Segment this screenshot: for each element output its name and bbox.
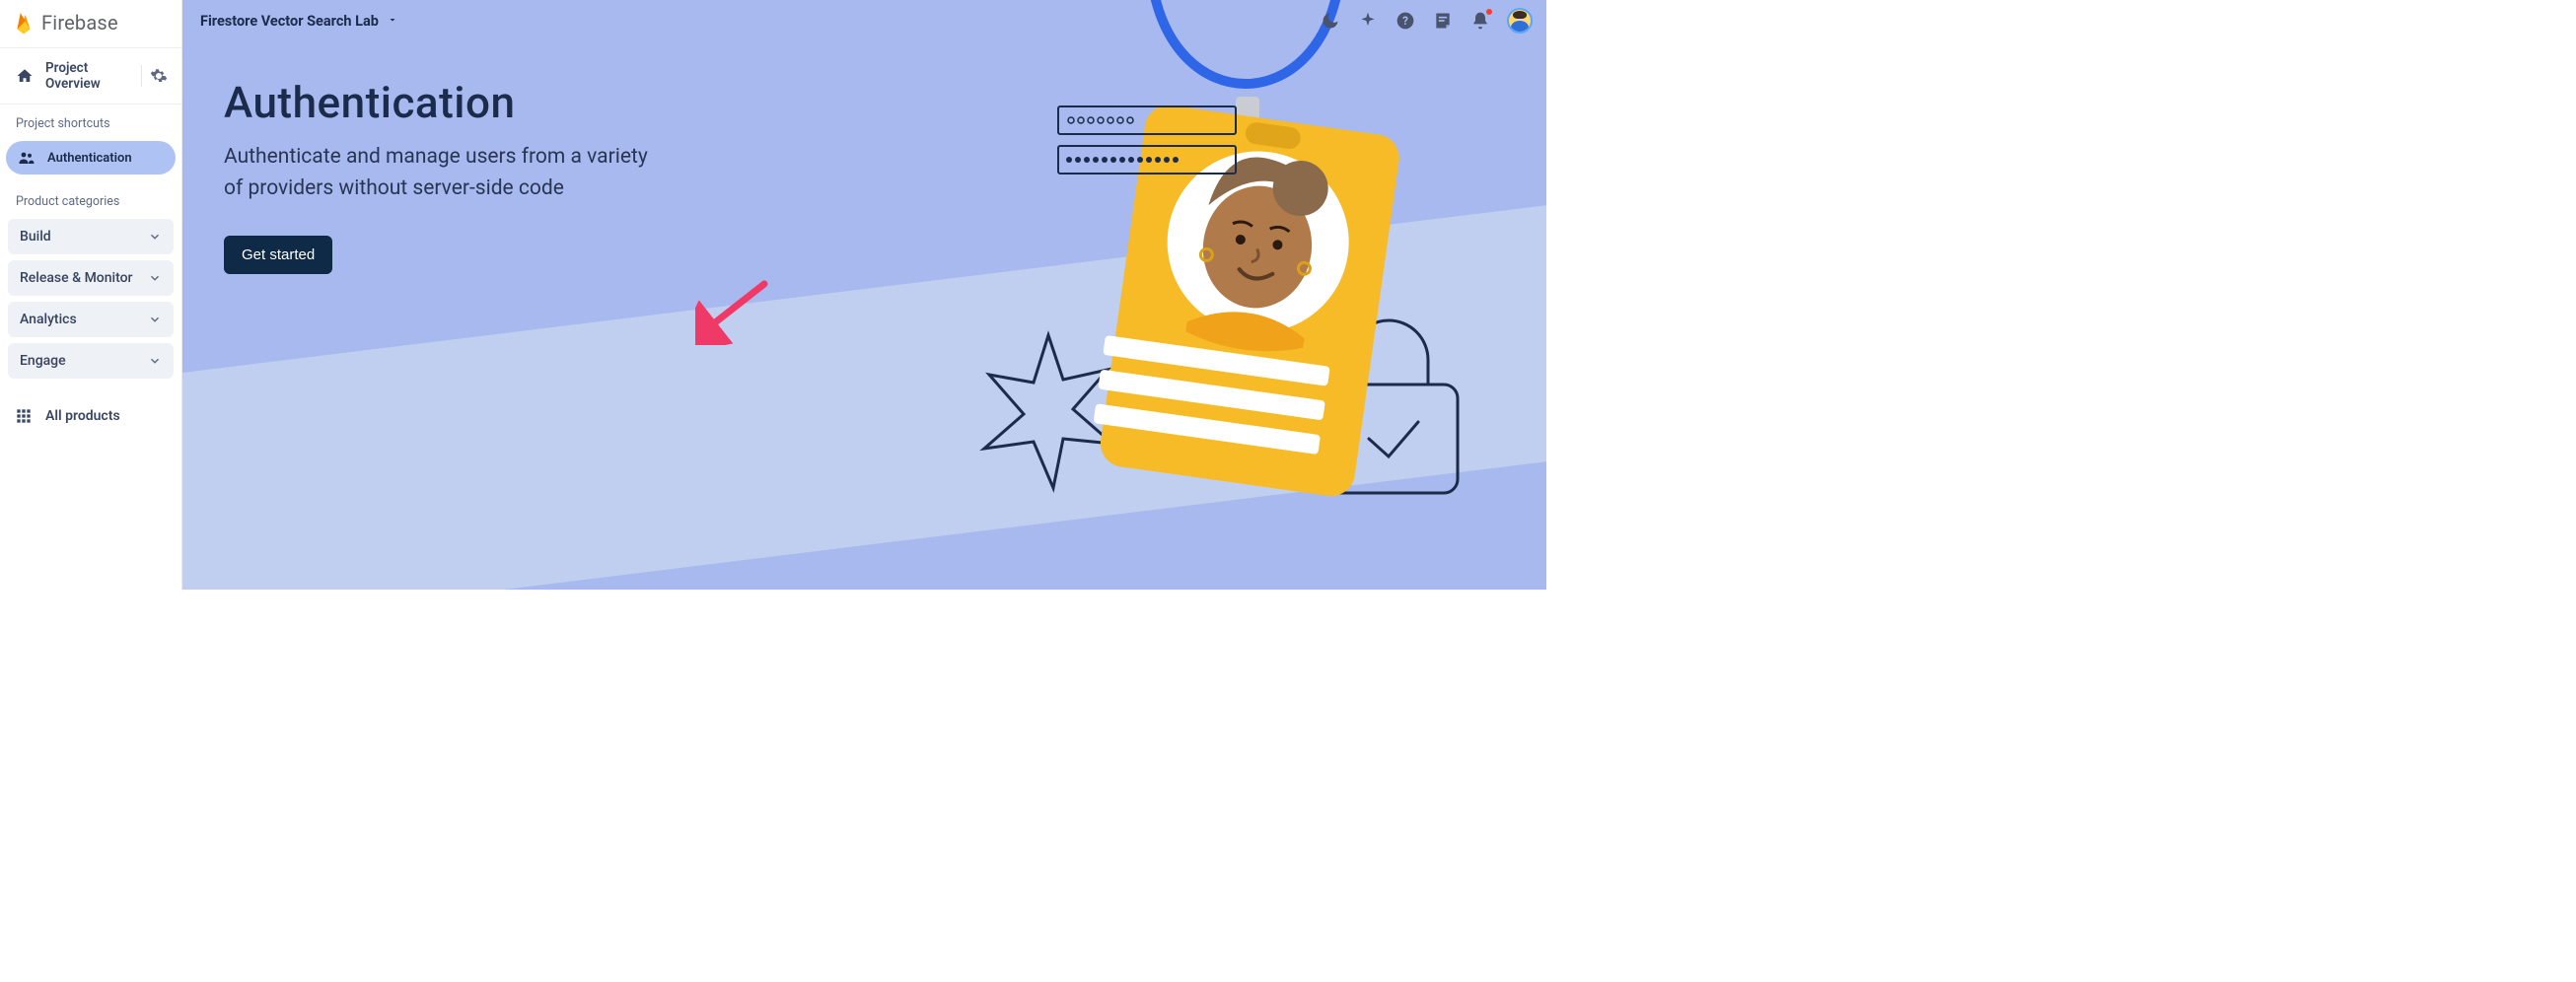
- category-label: Analytics: [20, 312, 77, 327]
- project-name: Firestore Vector Search Lab: [200, 13, 379, 30]
- project-settings-button[interactable]: [142, 57, 176, 95]
- category-label: Release & Monitor: [20, 270, 133, 286]
- hero-content: Authentication Authenticate and manage u…: [182, 37, 735, 284]
- project-dropdown[interactable]: Firestore Vector Search Lab: [200, 13, 398, 30]
- topbar-actions: ?: [1320, 8, 1533, 34]
- category-label: Build: [20, 229, 51, 245]
- sidebar: Firebase Project Overview Project shortc…: [0, 0, 182, 590]
- shortcuts-section-label: Project shortcuts: [0, 105, 181, 139]
- chevron-down-icon: [148, 230, 162, 244]
- category-analytics[interactable]: Analytics: [8, 302, 174, 337]
- firebase-flame-icon: [14, 10, 34, 35]
- firebase-wordmark: Firebase: [41, 11, 118, 35]
- chevron-down-icon: [148, 271, 162, 285]
- notifications-button[interactable]: [1469, 10, 1491, 32]
- home-icon: [16, 67, 34, 85]
- firebase-logo[interactable]: Firebase: [0, 0, 181, 48]
- project-overview-label: Project Overview: [45, 60, 131, 92]
- all-products-button[interactable]: All products: [0, 390, 181, 442]
- sparkle-icon: [1358, 11, 1378, 31]
- sidebar-item-label: Authentication: [47, 151, 132, 166]
- sparkle-button[interactable]: [1357, 10, 1379, 32]
- caret-down-icon: [387, 13, 398, 30]
- project-overview-button[interactable]: Project Overview: [6, 48, 141, 104]
- docs-button[interactable]: [1432, 10, 1454, 32]
- people-icon: [18, 149, 36, 167]
- grid-icon: [16, 408, 32, 424]
- help-icon: ?: [1395, 11, 1415, 31]
- get-started-button[interactable]: Get started: [224, 236, 332, 274]
- svg-text:?: ?: [1402, 14, 1408, 28]
- help-button[interactable]: ?: [1395, 10, 1416, 32]
- category-engage[interactable]: Engage: [8, 343, 174, 379]
- page-title: Authentication: [224, 77, 725, 128]
- topbar: Firestore Vector Search Lab ?: [182, 0, 1546, 37]
- note-icon: [1433, 11, 1453, 31]
- moon-icon: [1321, 11, 1340, 31]
- dark-mode-button[interactable]: [1320, 10, 1341, 32]
- category-list: Build Release & Monitor Analytics Engage: [0, 217, 181, 386]
- chevron-down-icon: [148, 313, 162, 326]
- chevron-down-icon: [148, 354, 162, 368]
- notification-dot: [1485, 8, 1493, 16]
- category-label: Engage: [20, 353, 66, 369]
- main-content: Firestore Vector Search Lab ?: [182, 0, 1546, 590]
- categories-section-label: Product categories: [0, 182, 181, 217]
- category-build[interactable]: Build: [8, 219, 174, 254]
- all-products-label: All products: [45, 408, 120, 424]
- project-overview-row: Project Overview: [0, 48, 181, 105]
- gear-icon: [150, 67, 168, 85]
- sidebar-item-authentication[interactable]: Authentication: [6, 141, 176, 175]
- user-avatar[interactable]: [1507, 8, 1533, 34]
- page-subtitle: Authenticate and manage users from a var…: [224, 142, 658, 204]
- category-release-monitor[interactable]: Release & Monitor: [8, 260, 174, 296]
